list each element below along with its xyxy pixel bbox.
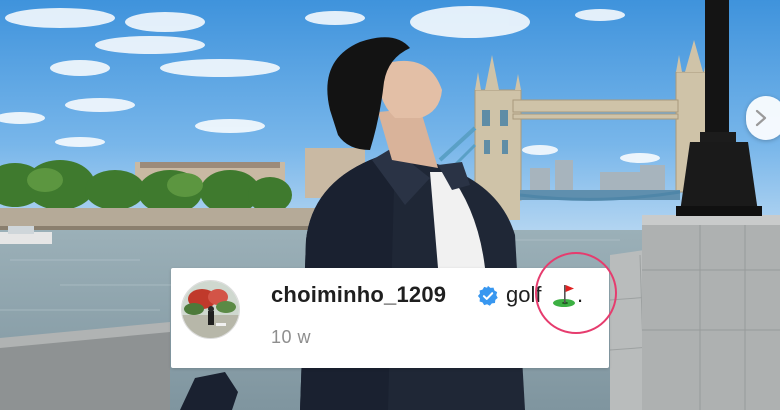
avatar[interactable] <box>181 280 240 339</box>
next-arrow-icon <box>755 109 767 127</box>
post-time[interactable]: 10 w <box>271 327 311 348</box>
username[interactable]: choiminho_1209 <box>271 282 446 308</box>
carousel-next-button[interactable] <box>746 96 780 140</box>
verified-badge-icon <box>477 285 498 306</box>
highlight-circle <box>535 252 617 334</box>
